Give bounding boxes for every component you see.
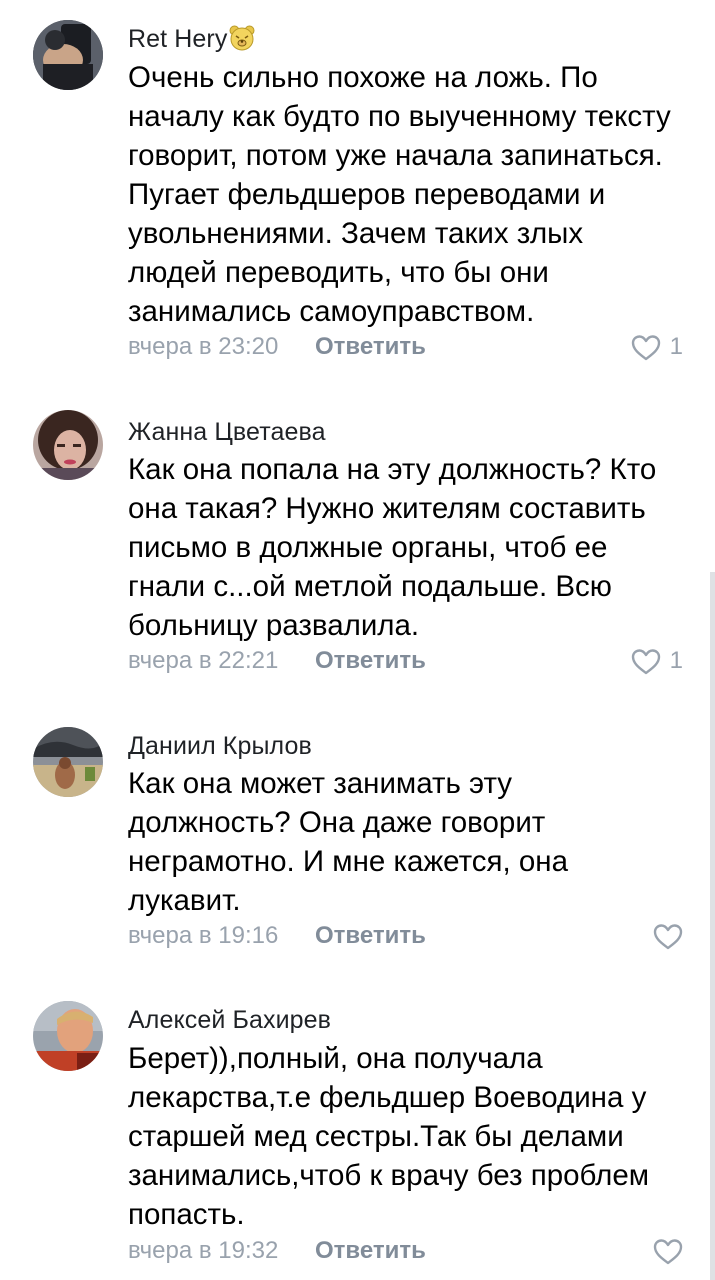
comment-text-line: Как она попала на эту должность? Кто	[128, 453, 657, 486]
like-count: 1	[669, 333, 683, 360]
comment-timestamp: вчера в 22:21	[128, 647, 279, 674]
like-button[interactable]: 1	[631, 646, 683, 676]
heart-outline-icon	[631, 648, 660, 674]
comment-text-line: говорит, потом уже начала запинаться.	[128, 139, 663, 172]
comment-author[interactable]: Ret Hery	[128, 24, 255, 58]
comment-author[interactable]: Даниил Крылов	[128, 731, 312, 761]
avatar[interactable]	[33, 1001, 103, 1071]
heart-outline-icon	[653, 923, 683, 949]
comment-text-line: Берет)),полный, она получала	[128, 1042, 543, 1075]
comment-timestamp: вчера в 19:16	[128, 922, 279, 949]
reply-button[interactable]: Ответить	[315, 921, 426, 951]
comment-timestamp: вчера в 23:20	[128, 333, 279, 360]
comment-text-line: она такая? Нужно жителям составить	[128, 492, 646, 525]
author-name[interactable]: Ret Hery	[128, 25, 227, 53]
avatar[interactable]	[33, 410, 103, 480]
comment-text-line: неграмотно. И мне кажется, она	[128, 845, 569, 878]
like-count: 1	[669, 647, 683, 674]
reply-button[interactable]: Ответить	[315, 646, 426, 676]
comment-text-line: увольнениями. Зачем таких злых	[128, 217, 584, 250]
comment-text-line: людей переводить, что бы они	[128, 256, 549, 289]
like-button[interactable]	[653, 921, 683, 951]
reply-button[interactable]: Ответить	[315, 1236, 426, 1266]
comment-text-line: должность? Она даже говорит	[128, 806, 546, 839]
comment-timestamp: вчера в 19:32	[128, 1237, 279, 1264]
scrollbar[interactable]	[710, 572, 715, 1280]
like-button[interactable]	[653, 1236, 683, 1266]
like-button[interactable]: 1	[631, 332, 683, 362]
comment-text-line: больницу развалила.	[128, 609, 420, 642]
comment-text: Как она может занимать эту должность? Он…	[128, 764, 698, 920]
comment-text: Берет)),полный, она получала лекарства,т…	[128, 1039, 698, 1234]
comment-text-line: Как она может занимать эту	[128, 767, 513, 800]
comment-author[interactable]: Жанна Цветаева	[128, 417, 326, 447]
avatar[interactable]	[33, 727, 103, 797]
comment-text-line: Пугает фельдшеров переводами и	[128, 178, 606, 211]
comment-text-line: лукавит.	[128, 884, 241, 917]
comment-text-line: гнали с...ой метлой подальше. Всю	[128, 570, 612, 603]
comment-text-line: лекарства,т.е фельдшер Воеводина у	[128, 1081, 647, 1114]
avatar[interactable]	[33, 20, 103, 90]
comment-text-line: письмо в должные органы, чтоб ее	[128, 531, 608, 564]
reply-button[interactable]: Ответить	[315, 332, 426, 362]
comment-text-line: старшей мед сестры.Так бы делами	[128, 1120, 624, 1153]
comment-text-line: занимались,чтоб к врачу без проблем	[128, 1159, 650, 1192]
comment-text-line: началу как будто по выученному тексту	[128, 100, 671, 133]
heart-outline-icon	[631, 334, 660, 360]
comment-text-line: попасть.	[128, 1198, 245, 1231]
heart-outline-icon	[653, 1238, 683, 1264]
comment-text: Очень сильно похоже на ложь. По началу к…	[128, 58, 698, 331]
comment-text: Как она попала на эту должность? Кто она…	[128, 450, 698, 645]
bear-face-emoji-icon	[229, 25, 255, 58]
comment-author[interactable]: Алексей Бахирев	[128, 1005, 331, 1035]
comment-text-line: занимались самоуправством.	[128, 295, 535, 328]
comment-text-line: Очень сильно похоже на ложь. По	[128, 61, 598, 94]
